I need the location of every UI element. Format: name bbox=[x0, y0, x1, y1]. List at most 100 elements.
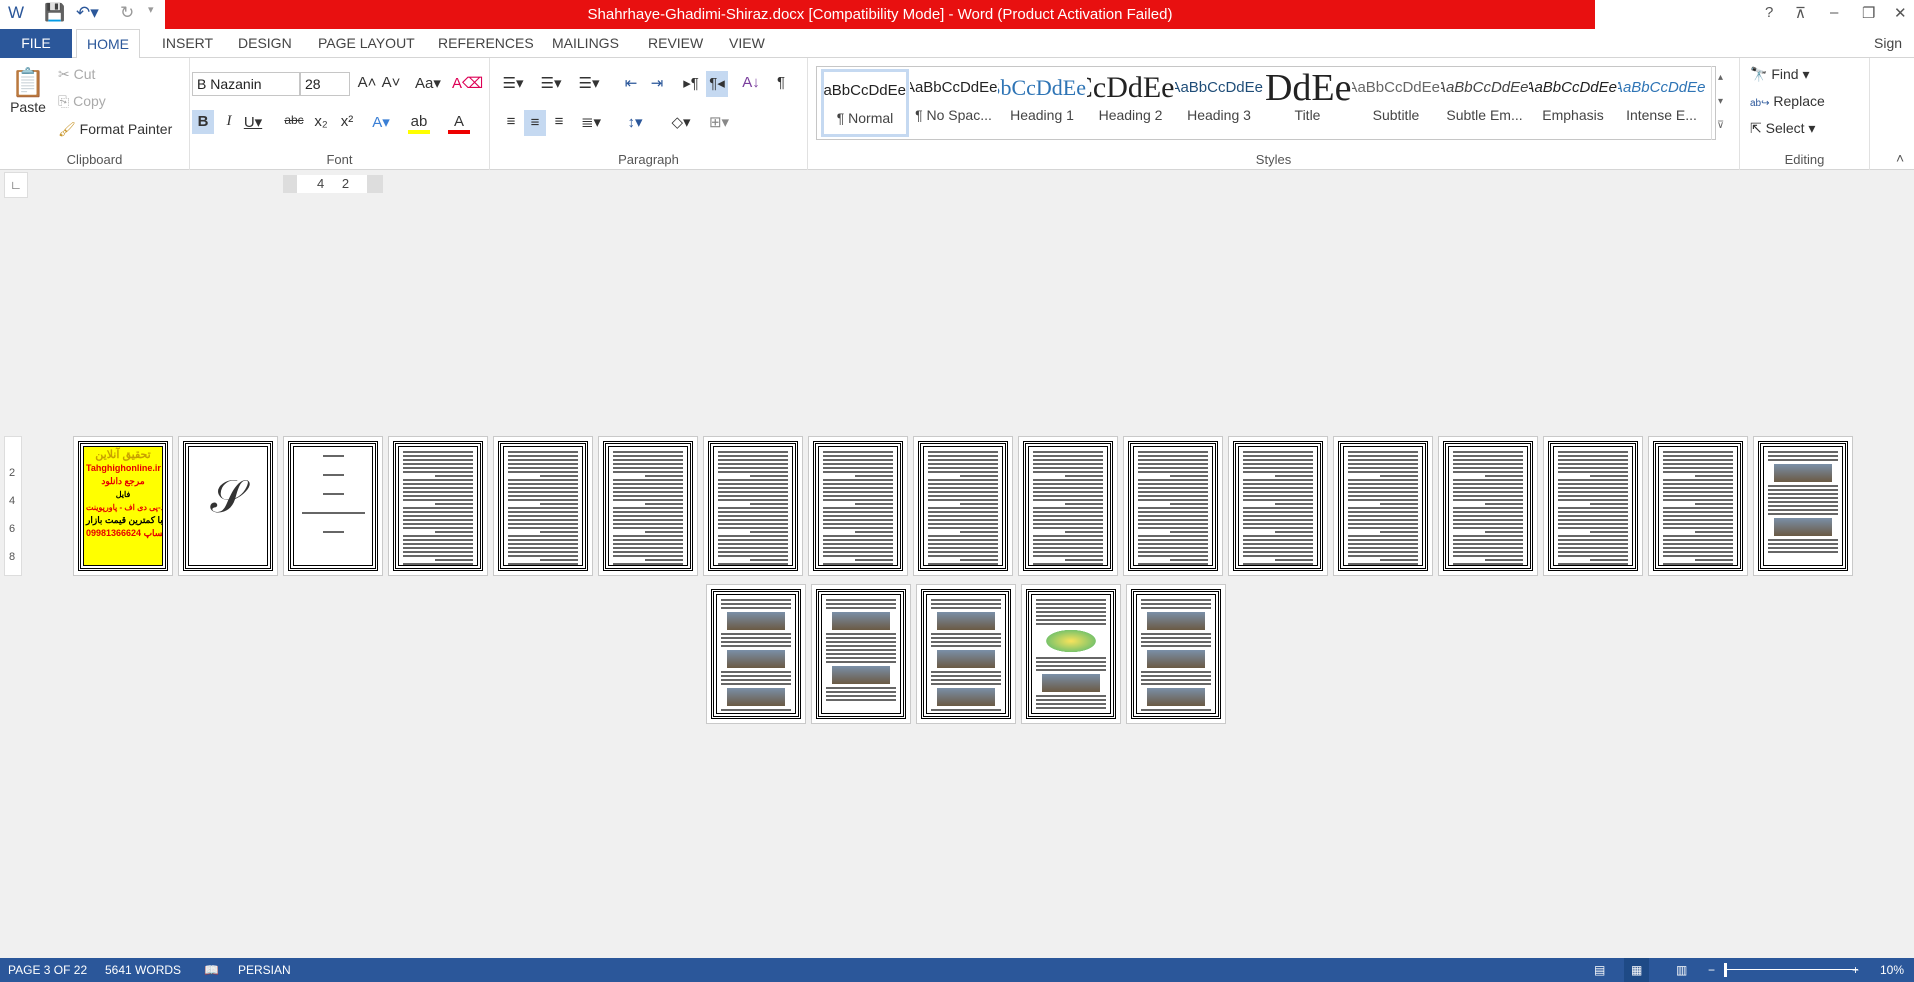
shading-icon[interactable]: ◇▾ bbox=[666, 113, 696, 131]
replace-button[interactable]: ab↪ Replace bbox=[1750, 93, 1825, 109]
page-thumbnail-9[interactable] bbox=[913, 436, 1013, 576]
collapse-ribbon-icon[interactable]: ˄ bbox=[1896, 150, 1904, 166]
style-heading-3[interactable]: AaBbCcDdEe Heading 3 bbox=[1175, 69, 1263, 137]
select-button[interactable]: ⇱ Select ▾ bbox=[1750, 120, 1815, 137]
page-thumbnail-19[interactable] bbox=[811, 584, 911, 724]
page-thumbnail-3[interactable] bbox=[283, 436, 383, 576]
print-layout-icon[interactable]: ▦ bbox=[1624, 958, 1650, 982]
style-intense-e[interactable]: AaBbCcDdEe Intense E... bbox=[1618, 69, 1706, 137]
style-heading-2[interactable]: AaBbCcDdEe Heading 2 bbox=[1087, 69, 1175, 137]
sign-in-link[interactable]: Sign in bbox=[1864, 29, 1914, 80]
superscript-icon[interactable]: x² bbox=[336, 113, 358, 130]
page-thumbnail-2[interactable]: 𝒮 bbox=[178, 436, 278, 576]
page-thumbnail-15[interactable] bbox=[1543, 436, 1643, 576]
numbering-icon[interactable]: ☰▾ bbox=[536, 74, 566, 92]
tab-insert[interactable]: INSERT bbox=[152, 29, 223, 58]
page-thumbnail-8[interactable] bbox=[808, 436, 908, 576]
gallery-scroll[interactable]: ▴ ▾ ⊽ bbox=[1711, 66, 1729, 140]
ltr-icon[interactable]: ▸¶ bbox=[680, 74, 702, 92]
zoom-out-button[interactable]: − bbox=[1708, 958, 1715, 982]
justify-icon[interactable]: ≣▾ bbox=[576, 113, 606, 131]
style-no-spac[interactable]: AaBbCcDdEe ¶ No Spac... bbox=[910, 69, 998, 137]
page-thumbnail-6[interactable] bbox=[598, 436, 698, 576]
style-emphasis[interactable]: AaBbCcDdEe Emphasis bbox=[1529, 69, 1617, 137]
horizontal-ruler[interactable]: ∟ 4 2 bbox=[0, 170, 1914, 200]
change-case-icon[interactable]: Aa▾ bbox=[412, 74, 444, 92]
sort-icon[interactable]: A↓ bbox=[740, 74, 762, 91]
align-center-icon[interactable]: ≡ bbox=[524, 110, 546, 136]
align-left-icon[interactable]: ≡ bbox=[500, 113, 522, 130]
page-thumbnail-16[interactable] bbox=[1648, 436, 1748, 576]
help-button[interactable]: ? bbox=[1765, 4, 1773, 21]
rtl-icon[interactable]: ¶◂ bbox=[706, 71, 728, 97]
ribbon-display-icon[interactable]: ⊼ bbox=[1795, 4, 1806, 22]
highlight-icon[interactable]: ab bbox=[408, 113, 430, 134]
paste-button[interactable]: 📋 Paste bbox=[10, 66, 46, 115]
tab-references[interactable]: REFERENCES bbox=[428, 29, 544, 58]
page-thumbnail-7[interactable] bbox=[703, 436, 803, 576]
page-thumbnail-10[interactable] bbox=[1018, 436, 1118, 576]
zoom-slider-thumb[interactable] bbox=[1724, 963, 1727, 977]
strikethrough-icon[interactable]: abc bbox=[280, 113, 308, 127]
tab-review[interactable]: REVIEW bbox=[638, 29, 713, 58]
clear-formatting-icon[interactable]: A⌫ bbox=[452, 74, 483, 92]
grow-font-icon[interactable]: A˄ bbox=[356, 74, 378, 91]
page-thumbnail-5[interactable] bbox=[493, 436, 593, 576]
page-thumbnail-17[interactable] bbox=[1753, 436, 1853, 576]
style-normal[interactable]: AaBbCcDdEe ¶ Normal bbox=[821, 69, 909, 137]
font-name-select[interactable]: B Nazanin bbox=[192, 72, 300, 96]
tab-selector-icon[interactable]: ∟ bbox=[4, 172, 28, 198]
format-painter-button[interactable]: 🖌 Format Painter bbox=[58, 121, 172, 138]
page-thumbnail-1[interactable]: تحقیق آنلاین Tahghighonline.ir مرجع دانلود… bbox=[73, 436, 173, 576]
minimize-icon[interactable]: – bbox=[1830, 4, 1838, 21]
page-thumbnail-18[interactable] bbox=[706, 584, 806, 724]
close-icon[interactable]: ✕ bbox=[1894, 4, 1907, 22]
restore-icon[interactable]: ❐ bbox=[1862, 4, 1875, 22]
shrink-font-icon[interactable]: A˅ bbox=[380, 74, 402, 91]
borders-icon[interactable]: ⊞▾ bbox=[704, 113, 734, 131]
tab-file[interactable]: FILE bbox=[0, 29, 72, 58]
page-thumbnail-13[interactable] bbox=[1333, 436, 1433, 576]
underline-icon[interactable]: U▾ bbox=[242, 113, 264, 131]
page-thumbnail-20[interactable] bbox=[916, 584, 1016, 724]
style-heading-1[interactable]: AaBbCcDdEe Heading 1 bbox=[998, 69, 1086, 137]
tab-mailings[interactable]: MAILINGS bbox=[542, 29, 629, 58]
page-thumbnail-11[interactable] bbox=[1123, 436, 1223, 576]
font-size-select[interactable]: 28 bbox=[300, 72, 350, 96]
style-subtle-em[interactable]: AaBbCcDdEe Subtle Em... bbox=[1441, 69, 1529, 137]
customize-qat-icon[interactable]: ▾ bbox=[148, 3, 154, 16]
page-thumbnail-4[interactable] bbox=[388, 436, 488, 576]
bold-icon[interactable]: B bbox=[192, 110, 214, 134]
tab-home[interactable]: HOME bbox=[76, 29, 140, 59]
save-icon[interactable]: 💾 bbox=[44, 3, 65, 23]
copy-button[interactable]: ⎘ Copy bbox=[58, 93, 106, 110]
page-thumbnail-22[interactable] bbox=[1126, 584, 1226, 724]
style-title[interactable]: AaBbCcDdEeTitle bbox=[1264, 69, 1352, 137]
bullets-icon[interactable]: ☰▾ bbox=[498, 74, 528, 92]
page-count[interactable]: PAGE 3 OF 22 bbox=[8, 958, 87, 982]
show-marks-icon[interactable]: ¶ bbox=[770, 74, 792, 91]
read-mode-icon[interactable]: ▤ bbox=[1594, 958, 1605, 982]
tab-design[interactable]: DESIGN bbox=[228, 29, 302, 58]
subscript-icon[interactable]: x₂ bbox=[310, 113, 332, 130]
zoom-in-button[interactable]: + bbox=[1852, 958, 1859, 982]
zoom-slider[interactable] bbox=[1724, 969, 1858, 970]
page-thumbnail-14[interactable] bbox=[1438, 436, 1538, 576]
undo-icon[interactable]: ↶▾ bbox=[76, 3, 99, 23]
vertical-ruler[interactable]: 2 4 6 8 bbox=[4, 436, 22, 576]
increase-indent-icon[interactable]: ⇥ bbox=[646, 74, 668, 92]
multilevel-list-icon[interactable]: ☰▾ bbox=[574, 74, 604, 92]
web-layout-icon[interactable]: ▥ bbox=[1676, 958, 1687, 982]
redo-icon[interactable]: ↻ bbox=[120, 3, 134, 23]
font-color-icon[interactable]: A bbox=[448, 113, 470, 134]
zoom-level[interactable]: 10% bbox=[1880, 958, 1904, 982]
language[interactable]: PERSIAN bbox=[238, 958, 291, 982]
tab-view[interactable]: VIEW bbox=[719, 29, 775, 58]
tab-page-layout[interactable]: PAGE LAYOUT bbox=[308, 29, 425, 58]
ruler-track[interactable]: 4 2 bbox=[283, 175, 383, 193]
word-count[interactable]: 5641 WORDS bbox=[105, 958, 181, 982]
proofing-icon[interactable]: 📖 bbox=[204, 958, 219, 982]
page-thumbnail-21[interactable] bbox=[1021, 584, 1121, 724]
line-spacing-icon[interactable]: ↕▾ bbox=[620, 113, 650, 131]
cut-button[interactable]: ✂ Cut bbox=[58, 66, 95, 83]
